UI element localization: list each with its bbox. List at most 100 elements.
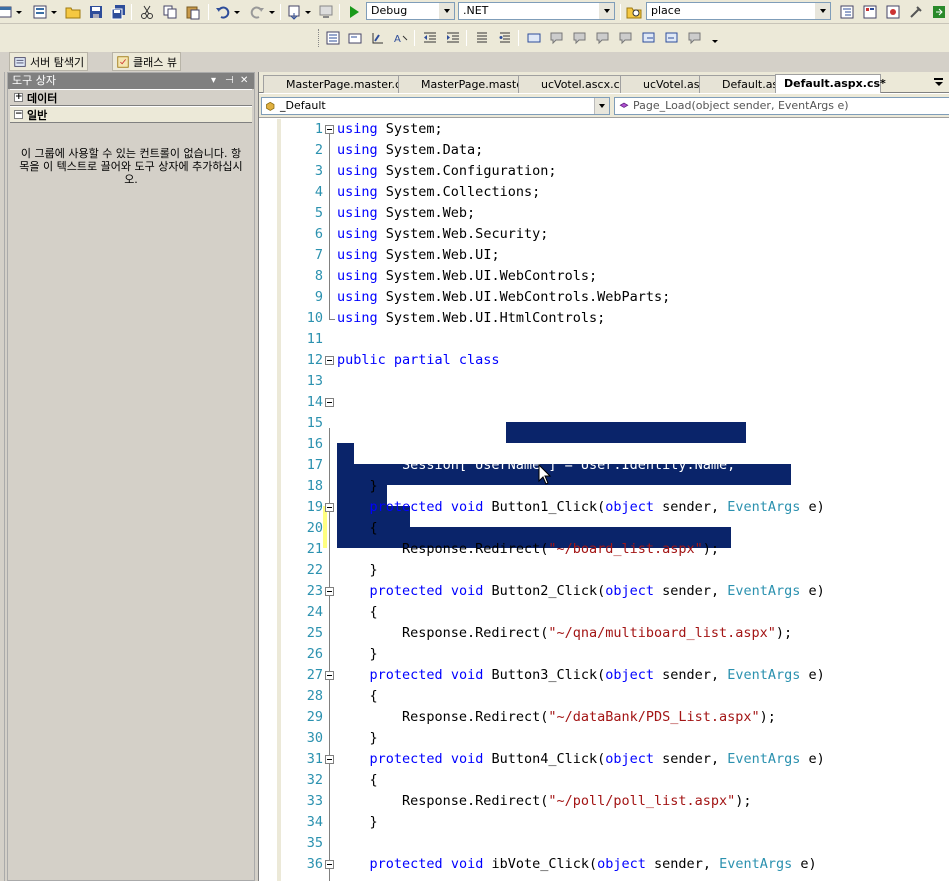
save-icon[interactable] <box>87 3 105 21</box>
types-combo[interactable]: _Default <box>261 97 610 115</box>
cut-icon[interactable] <box>138 3 156 21</box>
next-bookmark-icon[interactable] <box>571 29 589 47</box>
code-line: 27 protected void Button3_Click(object s… <box>259 665 949 686</box>
toolbox-group-data[interactable]: + 데이터 <box>10 89 252 106</box>
code-area[interactable]: 1 using System; 2 using System.Data; 3 usin… <box>259 119 949 881</box>
collapse-region-icon[interactable] <box>325 398 334 407</box>
document-tab-bar: MasterPage.master.cs MasterPage.master u… <box>259 72 949 93</box>
solution-explorer-icon[interactable] <box>838 3 856 21</box>
code-line: 15 { <box>259 413 949 434</box>
start-debugging-icon[interactable] <box>345 3 363 21</box>
collapse-region-icon[interactable] <box>325 503 334 512</box>
new-project-dropdown-icon[interactable] <box>15 3 22 21</box>
line-number: 12 <box>306 352 323 368</box>
standard-toolbar: Debug .NET place <box>0 0 949 24</box>
active-files-menu-icon[interactable] <box>934 78 944 88</box>
new-project-icon[interactable] <box>0 3 14 21</box>
tab-server-explorer[interactable]: 서버 탐색기 <box>9 52 89 71</box>
properties-window-icon[interactable] <box>861 3 879 21</box>
previous-bookmark-icon[interactable] <box>548 29 566 47</box>
paste-icon[interactable] <box>184 3 202 21</box>
collapse-region-icon[interactable] <box>325 587 334 596</box>
undo-dropdown-icon[interactable] <box>233 3 240 21</box>
tab-ucvotel-ascx-cs[interactable]: ucVotel.ascx.cs <box>518 75 625 93</box>
collapse-region-icon[interactable] <box>325 356 334 365</box>
collapse-region-icon[interactable] <box>325 125 334 134</box>
redo-dropdown-icon[interactable] <box>268 3 275 21</box>
start-page-icon[interactable] <box>930 3 948 21</box>
undo-icon[interactable] <box>214 3 232 21</box>
window-position-icon[interactable]: ▾ <box>211 73 216 89</box>
clear-bookmarks-icon[interactable] <box>686 29 704 47</box>
decrease-indent-icon[interactable] <box>421 29 439 47</box>
code-line: 31 protected void Button4_Click(object s… <box>259 749 949 770</box>
tab-masterpage-master-cs[interactable]: MasterPage.master.cs <box>263 75 407 93</box>
save-all-icon[interactable] <box>110 3 128 21</box>
parameter: e) <box>800 751 825 767</box>
line-number: 16 <box>306 436 323 452</box>
find-in-files-icon[interactable] <box>625 3 643 21</box>
brace: } <box>337 814 378 830</box>
brace: { <box>337 415 378 431</box>
uncomment-lines-icon[interactable] <box>496 29 514 47</box>
tab-server-explorer-label: 서버 탐색기 <box>30 55 85 69</box>
tab-default-aspx-cs[interactable]: Default.aspx.cs* <box>775 74 886 93</box>
next-bookmark-in-folder-icon[interactable] <box>617 29 635 47</box>
mouse-pointer-icon <box>538 464 552 485</box>
toolbar-separator <box>280 4 281 20</box>
quick-info-icon[interactable] <box>369 29 387 47</box>
toolbox-icon[interactable] <box>907 3 925 21</box>
code-line: 18 } <box>259 476 949 497</box>
keyword: protected <box>369 856 443 872</box>
navigate-backward-icon[interactable] <box>285 3 303 21</box>
toolbox-group-general[interactable]: − 일반 <box>10 106 252 123</box>
chevron-down-icon[interactable] <box>599 3 614 19</box>
add-item-dropdown-icon[interactable] <box>50 3 57 21</box>
redo-icon[interactable] <box>248 3 266 21</box>
collapse-region-icon[interactable] <box>325 860 334 869</box>
complete-word-icon[interactable]: A <box>392 29 410 47</box>
method-name: Button4_Click( <box>491 751 606 767</box>
toolbar-options-chevron-icon[interactable] <box>711 32 718 50</box>
solution-platform-combo[interactable]: .NET <box>458 2 615 20</box>
open-folder-icon[interactable] <box>64 3 82 21</box>
navigate-forward-icon[interactable] <box>317 3 335 21</box>
add-item-icon[interactable] <box>31 3 49 21</box>
collapse-region-icon[interactable] <box>325 671 334 680</box>
toggle-bookmark-icon[interactable] <box>525 29 543 47</box>
comment-lines-icon[interactable] <box>473 29 491 47</box>
find-combo[interactable]: place <box>646 2 831 20</box>
members-combo[interactable]: Page_Load(object sender, EventArgs e) <box>614 97 949 115</box>
code-line: 10 using System.Web.UI.HtmlControls; <box>259 308 949 329</box>
tab-default-aspx[interactable]: Default.aspx <box>699 75 792 93</box>
line-number: 33 <box>306 793 323 809</box>
chevron-down-icon[interactable] <box>594 98 609 114</box>
tab-masterpage-master[interactable]: MasterPage.master <box>398 75 527 93</box>
copy-icon[interactable] <box>161 3 179 21</box>
tab-ucvotel-ascx[interactable]: ucVotel.ascx <box>620 75 712 93</box>
method-call: Response.Redirect( <box>402 709 549 725</box>
parameter-info-icon[interactable] <box>346 29 364 47</box>
tab-class-view[interactable]: 클래스 뷰 <box>112 52 181 71</box>
collapse-region-icon[interactable] <box>325 755 334 764</box>
toolbar-grip[interactable] <box>318 29 321 47</box>
chevron-down-icon[interactable] <box>815 3 830 19</box>
line-number: 36 <box>306 856 323 872</box>
chevron-down-icon[interactable] <box>439 3 454 19</box>
expand-icon: + <box>14 92 23 102</box>
solution-configuration-combo[interactable]: Debug <box>366 2 455 20</box>
navigate-dropdown-icon[interactable] <box>304 3 311 21</box>
previous-bookmark-in-folder-icon[interactable] <box>594 29 612 47</box>
display-object-member-list-icon[interactable] <box>324 29 342 47</box>
keyword: protected <box>369 667 443 683</box>
next-bookmark-in-document-icon[interactable] <box>663 29 681 47</box>
increase-indent-icon[interactable] <box>444 29 462 47</box>
toolbar-separator <box>466 30 467 46</box>
line-number: 34 <box>306 814 323 830</box>
previous-bookmark-in-document-icon[interactable] <box>640 29 658 47</box>
brace: } <box>337 562 378 578</box>
collapse-icon: − <box>14 109 23 119</box>
close-icon[interactable]: ✕ <box>240 73 248 89</box>
auto-hide-pin-icon[interactable]: ⊣ <box>225 73 234 89</box>
object-browser-icon[interactable] <box>884 3 902 21</box>
